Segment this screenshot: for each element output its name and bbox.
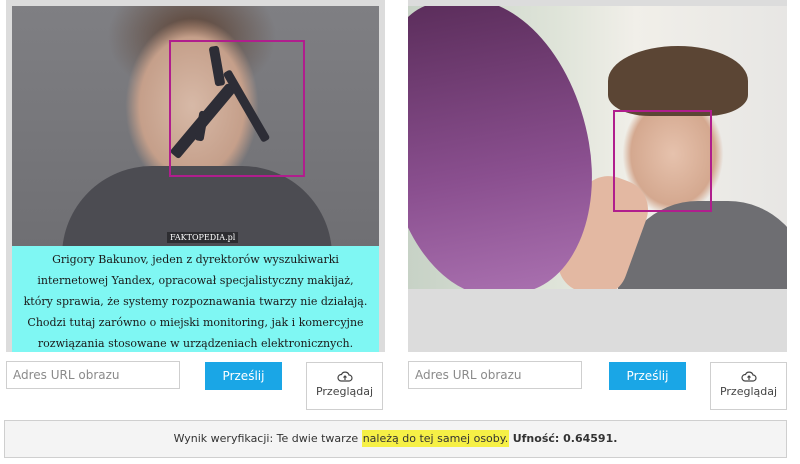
left-image-url-input[interactable] (6, 361, 180, 389)
browse-label: Przeglądaj (719, 385, 778, 398)
right-submit-button[interactable]: Prześlij (609, 362, 686, 390)
cloud-upload-icon (740, 371, 757, 382)
left-image-panel: FAKTOPEDIA.pl Grigory Bakunov, jeden z d… (6, 0, 385, 352)
cloud-upload-icon (336, 371, 353, 382)
left-submit-button[interactable]: Prześlij (205, 362, 282, 390)
right-image-url-input[interactable] (408, 361, 582, 389)
watermark: FAKTOPEDIA.pl (167, 232, 239, 243)
right-browse-button[interactable]: Przeglądaj (710, 362, 787, 410)
image-caption: Grigory Bakunov, jeden z dyrektorów wysz… (12, 246, 379, 352)
confidence-score: Ufność: 0.64591. (512, 432, 618, 445)
left-face-photo: FAKTOPEDIA.pl (12, 6, 379, 246)
result-highlight: należą do tej samej osoby. (361, 430, 510, 447)
right-face-photo (408, 6, 787, 289)
left-browse-button[interactable]: Przeglądaj (306, 362, 383, 410)
right-face-detection-box (613, 110, 712, 212)
right-image-panel (408, 0, 787, 352)
browse-label: Przeglądaj (315, 385, 374, 398)
result-prefix: Wynik weryfikacji: Te dwie twarze (173, 432, 362, 445)
verification-result: Wynik weryfikacji: Te dwie twarze należą… (4, 420, 787, 458)
left-face-detection-box (169, 40, 305, 177)
